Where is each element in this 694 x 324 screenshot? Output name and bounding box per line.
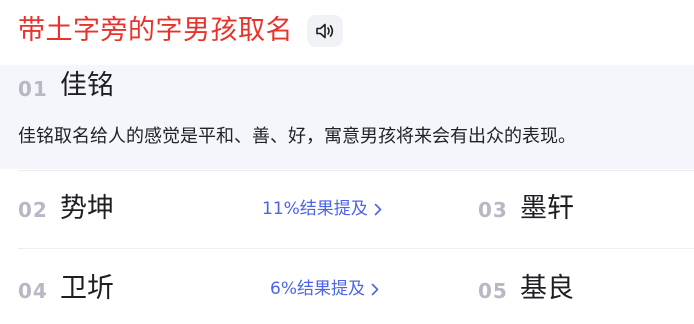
rank-number: 04: [18, 279, 48, 303]
page-title: 带土字旁的字男孩取名: [18, 15, 293, 46]
mention-link[interactable]: 6%结果提及: [270, 277, 379, 301]
header: 带土字旁的字男孩取名: [18, 10, 343, 52]
name-label: 基良: [520, 273, 576, 305]
sound-button[interactable]: [307, 15, 343, 47]
rank-number: 01: [18, 77, 48, 101]
rank-number: 03: [478, 198, 508, 222]
divider: [18, 248, 694, 249]
mention-link[interactable]: 11%结果提及: [262, 197, 382, 221]
top-entry[interactable]: 01 佳铭: [0, 65, 694, 169]
mention-label: 6%结果提及: [270, 279, 365, 299]
chevron-right-icon: [374, 203, 382, 216]
name-label: 卫圻: [60, 273, 116, 305]
name-label: 墨轩: [520, 193, 576, 225]
rank-number: 05: [478, 279, 508, 303]
divider: [18, 170, 694, 171]
chevron-right-icon: [371, 283, 379, 296]
name-item[interactable]: 卫圻: [60, 272, 116, 306]
speaker-icon: [315, 22, 335, 40]
name-label: 佳铭: [60, 70, 116, 102]
name-label: 势坤: [60, 193, 116, 225]
name-item[interactable]: 墨轩: [520, 192, 576, 226]
rank-number: 02: [18, 198, 48, 222]
name-item[interactable]: 基良: [520, 272, 576, 306]
mention-label: 11%结果提及: [262, 199, 368, 219]
name-ranking-card: 带土字旁的字男孩取名 01 佳铭 佳铭取名给人的感觉是平和、善、好，寓意男孩将来…: [0, 0, 694, 324]
name-text: 佳铭: [60, 69, 116, 103]
name-item[interactable]: 势坤: [60, 192, 116, 226]
name-description: 佳铭取名给人的感觉是平和、善、好，寓意男孩将来会有出众的表现。: [18, 126, 576, 147]
